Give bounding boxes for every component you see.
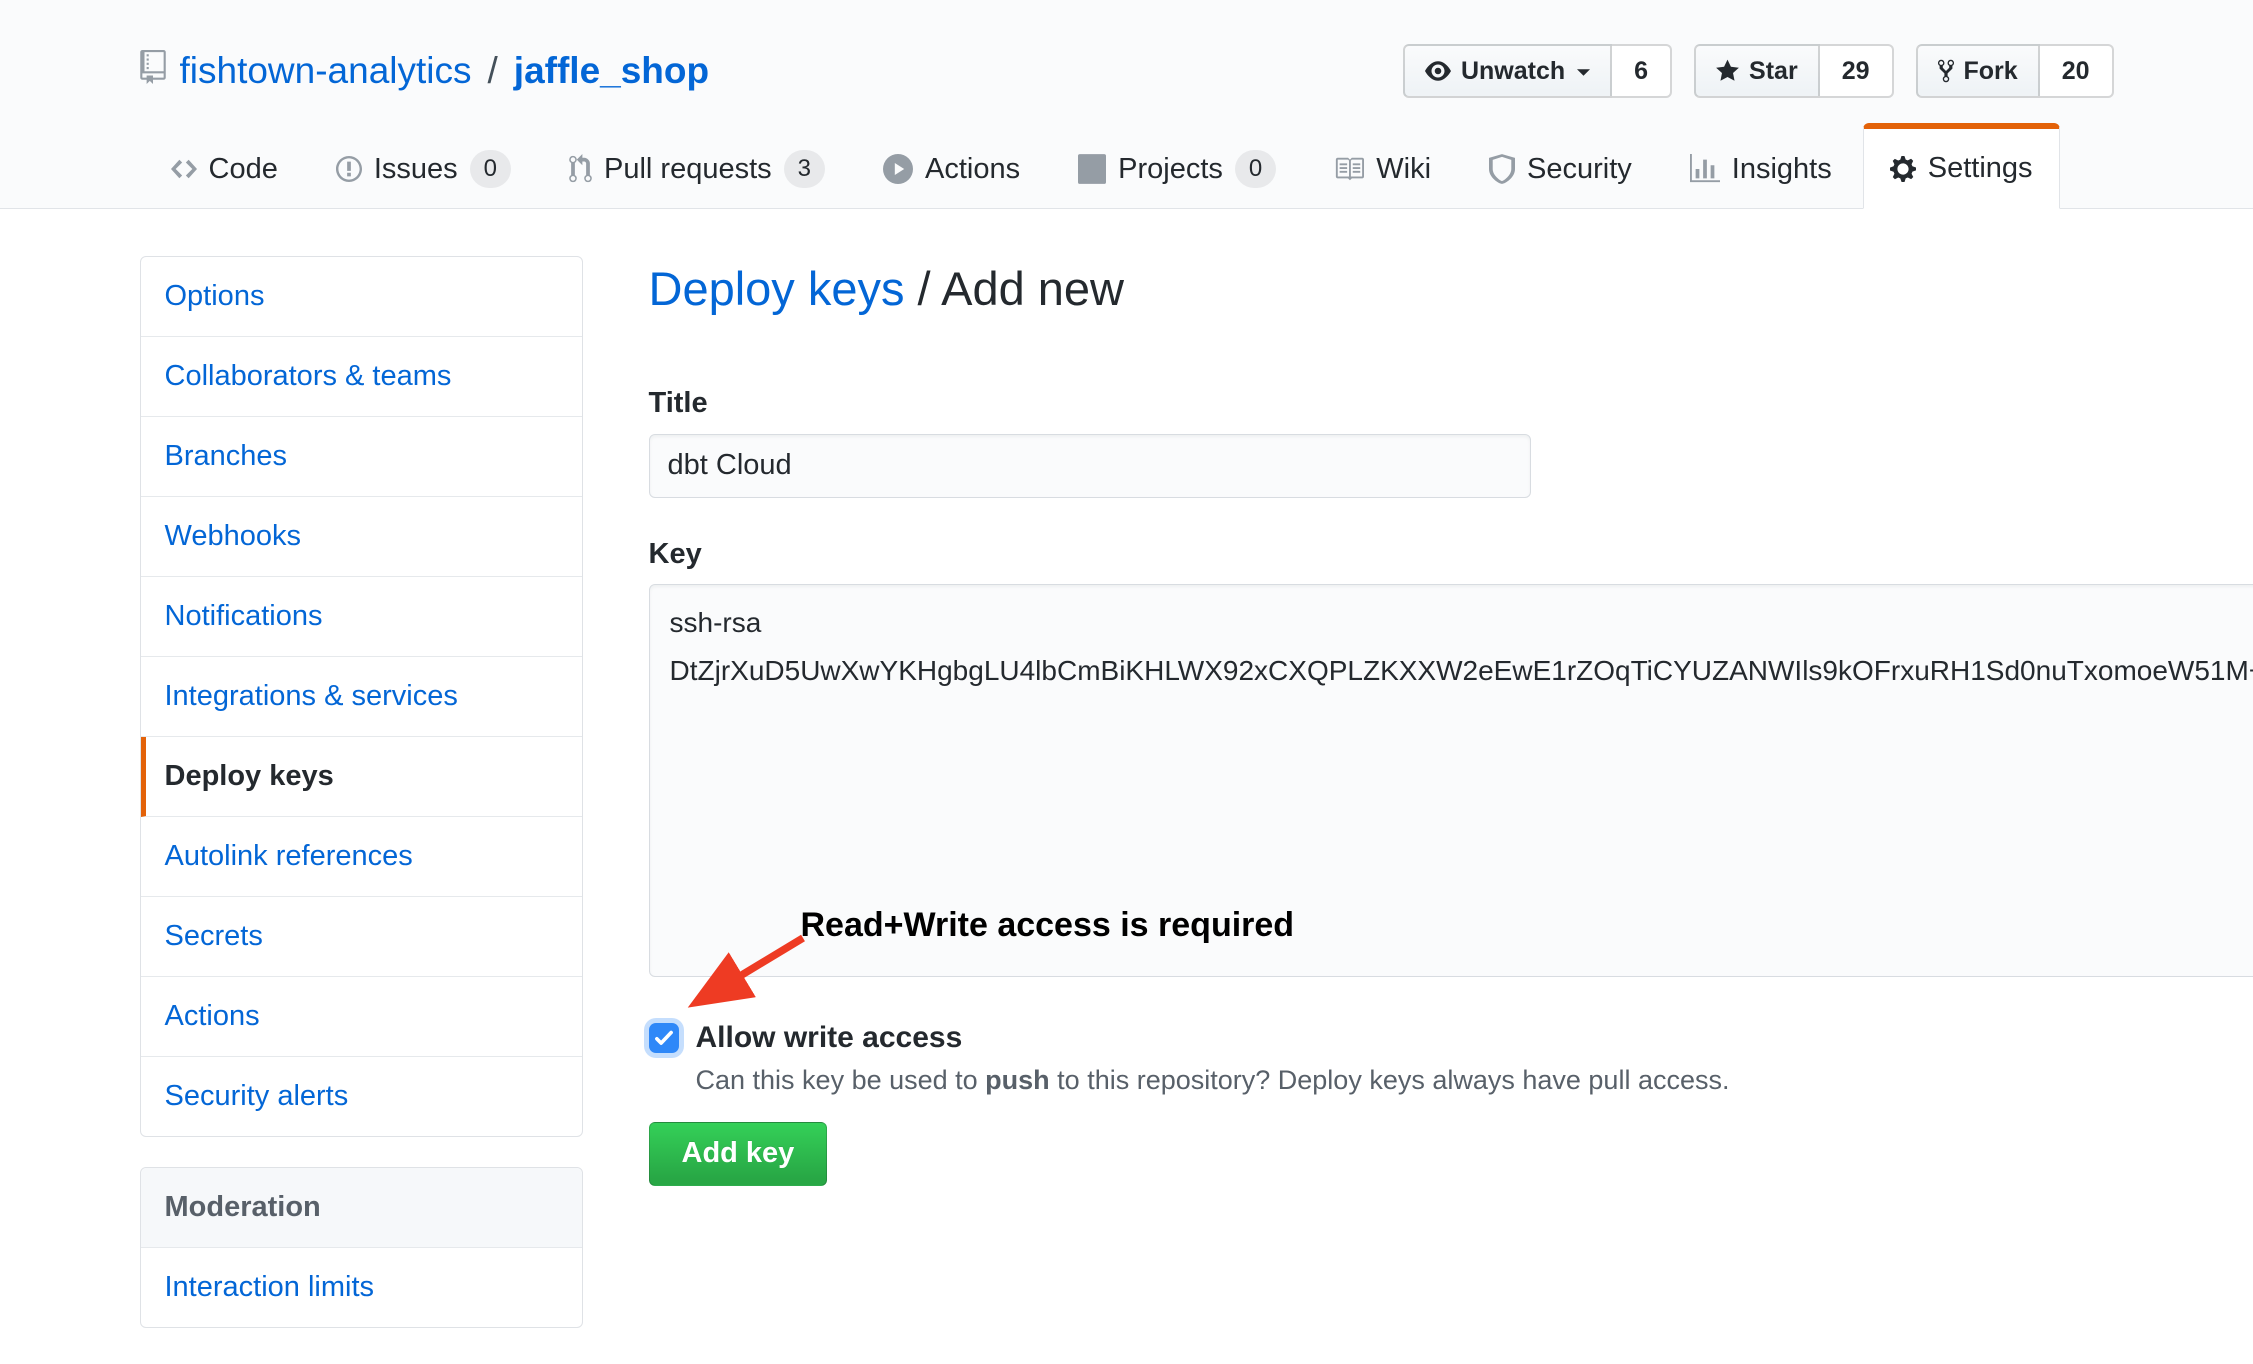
tab-pull-requests[interactable]: Pull requests3 xyxy=(542,123,852,209)
tab-projects[interactable]: Projects0 xyxy=(1051,123,1303,209)
issue-icon xyxy=(336,154,362,184)
gear-icon xyxy=(1890,154,1916,184)
repo-separator: / xyxy=(486,50,500,92)
tab-security[interactable]: Security xyxy=(1462,123,1659,209)
pull-request-icon xyxy=(569,154,592,184)
repo-name-link[interactable]: jaffle_shop xyxy=(514,50,709,92)
code-icon xyxy=(171,154,197,184)
sidebar-item-interaction-limits[interactable]: Interaction limits xyxy=(141,1248,582,1327)
settings-sidebar: OptionsCollaborators & teamsBranchesWebh… xyxy=(140,256,583,1328)
sidebar-item-integrations-services[interactable]: Integrations & services xyxy=(141,657,582,737)
eye-icon xyxy=(1425,58,1451,84)
sidebar-item-actions[interactable]: Actions xyxy=(141,977,582,1057)
title-input[interactable] xyxy=(649,434,1531,498)
add-key-button[interactable]: Add key xyxy=(649,1122,828,1186)
moderation-heading: Moderation xyxy=(141,1168,582,1248)
repo-header: fishtown-analytics / jaffle_shop Unwatch… xyxy=(0,0,2253,209)
play-icon xyxy=(883,154,913,184)
star-button-group: Star29 xyxy=(1694,44,1893,98)
sidebar-item-webhooks[interactable]: Webhooks xyxy=(141,497,582,577)
tab-actions[interactable]: Actions xyxy=(856,123,1047,209)
breadcrumb-current: Add new xyxy=(941,262,1124,315)
main-panel: Deploy keys / Add new Title Key ssh-rsa … xyxy=(649,256,2253,1186)
sidebar-item-deploy-keys[interactable]: Deploy keys xyxy=(141,737,582,817)
deploy-keys-link[interactable]: Deploy keys xyxy=(649,262,905,315)
fork-count[interactable]: 20 xyxy=(2040,44,2114,98)
sidebar-item-branches[interactable]: Branches xyxy=(141,417,582,497)
caret-down-icon xyxy=(1577,66,1590,79)
allow-write-access-checkbox[interactable] xyxy=(649,1023,679,1053)
repo-icon-glyph xyxy=(140,50,166,84)
annotation-text: Read+Write access is required xyxy=(801,906,1295,945)
tab-projects-count: 0 xyxy=(1235,150,1276,188)
tab-settings[interactable]: Settings xyxy=(1863,123,2060,209)
social-buttons: Unwatch6 Star29 Fork20 xyxy=(1403,44,2114,98)
sidebar-item-options[interactable]: Options xyxy=(141,257,582,337)
star-icon xyxy=(1716,58,1739,84)
key-label: Key xyxy=(649,538,2253,571)
fork-button[interactable]: Fork xyxy=(1916,44,2040,98)
repo-tabs: CodeIssues0Pull requests3ActionsProjects… xyxy=(140,123,2114,209)
sidebar-item-security-alerts[interactable]: Security alerts xyxy=(141,1057,582,1136)
fork-icon xyxy=(1938,58,1954,84)
tab-wiki[interactable]: Wiki xyxy=(1307,123,1458,209)
fork-button-group: Fork20 xyxy=(1916,44,2114,98)
unwatch-button-group: Unwatch6 xyxy=(1403,44,1672,98)
tab-issues[interactable]: Issues0 xyxy=(309,123,538,209)
repo-owner-link[interactable]: fishtown-analytics xyxy=(180,50,472,92)
sidebar-item-secrets[interactable]: Secrets xyxy=(141,897,582,977)
unwatch-count[interactable]: 6 xyxy=(1612,44,1672,98)
title-label: Title xyxy=(649,387,2253,420)
page-title: Deploy keys / Add new xyxy=(649,263,2253,315)
breadcrumb-separator: / xyxy=(905,262,942,315)
shield-icon xyxy=(1489,154,1515,184)
tab-pull-requests-count: 3 xyxy=(784,150,825,188)
project-icon xyxy=(1078,154,1106,184)
moderation-menu: Moderation Interaction limits xyxy=(140,1167,583,1328)
sidebar-item-collaborators-teams[interactable]: Collaborators & teams xyxy=(141,337,582,417)
write-access-help-text: Can this key be used to push to this rep… xyxy=(696,1065,2253,1096)
sidebar-item-autolink-references[interactable]: Autolink references xyxy=(141,817,582,897)
settings-menu: OptionsCollaborators & teamsBranchesWebh… xyxy=(140,256,583,1137)
sidebar-item-notifications[interactable]: Notifications xyxy=(141,577,582,657)
unwatch-button[interactable]: Unwatch xyxy=(1403,44,1612,98)
graph-icon xyxy=(1690,154,1720,184)
check-icon xyxy=(653,1027,675,1049)
tab-code[interactable]: Code xyxy=(144,123,305,209)
repo-breadcrumb: fishtown-analytics / jaffle_shop xyxy=(140,50,710,93)
allow-write-access-label[interactable]: Allow write access xyxy=(696,1021,963,1055)
repo-icon xyxy=(140,50,166,93)
tab-insights[interactable]: Insights xyxy=(1663,123,1859,209)
star-button[interactable]: Star xyxy=(1694,44,1820,98)
book-icon xyxy=(1334,154,1364,184)
tab-issues-count: 0 xyxy=(470,150,511,188)
star-count[interactable]: 29 xyxy=(1820,44,1894,98)
